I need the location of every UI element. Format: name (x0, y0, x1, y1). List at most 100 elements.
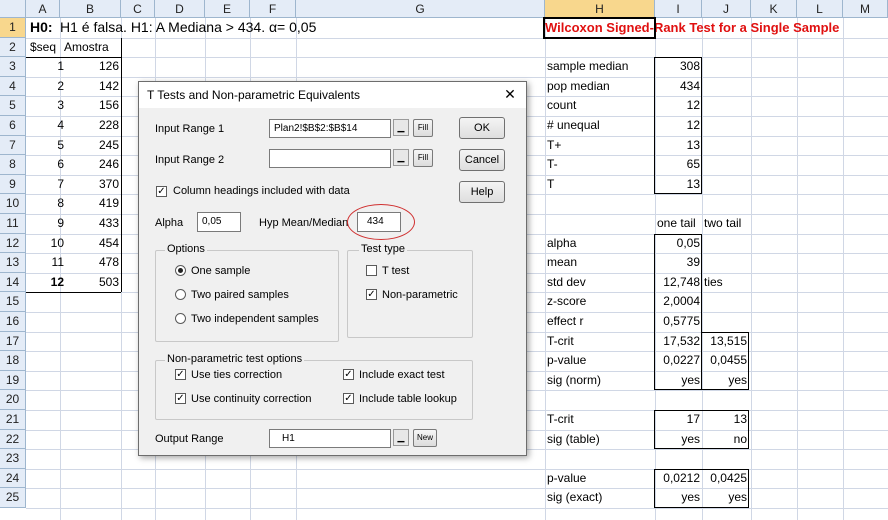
row-header[interactable]: 22 (0, 429, 26, 450)
amostra-cell[interactable]: 142 (60, 77, 119, 96)
amostra-cell[interactable]: 246 (60, 155, 119, 174)
stat-label[interactable]: T+ (547, 136, 647, 155)
row-header[interactable]: 17 (0, 331, 26, 352)
column-header[interactable]: L (797, 0, 843, 18)
output-select-icon[interactable]: ▁ (393, 429, 409, 446)
one-sample-radio[interactable] (175, 265, 186, 276)
row-header[interactable]: 14 (0, 272, 26, 293)
seq-cell[interactable]: 11 (26, 253, 64, 272)
column-header[interactable]: I (655, 0, 702, 18)
stat-label[interactable]: pop median (547, 77, 647, 96)
stat-label[interactable]: T- (547, 155, 647, 174)
table-lookup-checkbox[interactable]: ✓ (343, 393, 354, 404)
seq-cell[interactable]: 5 (26, 136, 64, 155)
non-parametric-checkbox[interactable]: ✓ (366, 289, 377, 300)
two-independent-radio[interactable] (175, 313, 186, 324)
row-header[interactable]: 23 (0, 449, 26, 469)
stat-label[interactable]: sample median (547, 57, 647, 76)
stat-label[interactable]: count (547, 96, 647, 115)
row-header[interactable]: 6 (0, 116, 26, 136)
column-header[interactable]: J (702, 0, 751, 18)
two-paired-radio[interactable] (175, 289, 186, 300)
input-range-2-field[interactable] (269, 149, 391, 168)
column-header[interactable]: K (751, 0, 797, 18)
fill-button-2[interactable]: Fill (413, 149, 433, 167)
row-header[interactable]: 13 (0, 253, 26, 273)
new-button[interactable]: New (413, 429, 437, 447)
stat-label[interactable]: effect r (547, 312, 647, 331)
row-header[interactable]: 12 (0, 233, 26, 254)
column-header[interactable]: B (60, 0, 121, 18)
close-icon[interactable]: ✕ (502, 86, 518, 102)
stat-label[interactable]: mean (547, 253, 647, 272)
row-header[interactable]: 11 (0, 214, 26, 234)
stat-label[interactable]: alpha (547, 234, 647, 253)
stat-label[interactable]: T-crit (547, 410, 647, 429)
row-header[interactable]: 8 (0, 155, 26, 175)
column-header[interactable]: A (26, 0, 60, 18)
column-header[interactable]: C (121, 0, 155, 18)
seq-cell[interactable]: 1 (26, 57, 64, 76)
amostra-cell[interactable]: 454 (60, 234, 119, 253)
column-headings-checkbox[interactable]: ✓ (156, 186, 167, 197)
row-header[interactable]: 5 (0, 96, 26, 116)
stat-label[interactable]: T (547, 175, 647, 194)
hypothesis-label[interactable]: H0: (30, 18, 60, 37)
input-range-1-field[interactable]: Plan2!$B$2:$B$14 (269, 119, 391, 138)
stat-label[interactable]: sig (norm) (547, 371, 647, 390)
amostra-cell[interactable]: 478 (60, 253, 119, 272)
stat-label[interactable]: sig (exact) (547, 488, 647, 507)
amostra-cell[interactable]: 370 (60, 175, 119, 194)
stat-label[interactable]: p-value (547, 351, 647, 370)
row-header[interactable]: 20 (0, 390, 26, 410)
row-header[interactable]: 2 (0, 37, 26, 58)
amostra-cell[interactable]: 228 (60, 116, 119, 135)
header-amostra[interactable]: Amostra (64, 38, 124, 57)
stat-label[interactable]: # unequal (547, 116, 647, 135)
seq-cell[interactable]: 12 (26, 273, 64, 292)
seq-cell[interactable]: 3 (26, 96, 64, 115)
alpha-field[interactable]: 0,05 (197, 212, 241, 232)
range-select-2-icon[interactable]: ▁ (393, 149, 409, 166)
column-header[interactable]: H (545, 0, 655, 18)
seq-cell[interactable]: 6 (26, 155, 64, 174)
stat-label[interactable]: std dev (547, 273, 647, 292)
row-header[interactable]: 1 (0, 18, 26, 38)
row-header[interactable]: 7 (0, 135, 26, 156)
seq-cell[interactable]: 7 (26, 175, 64, 194)
row-header[interactable]: 15 (0, 292, 26, 312)
amostra-cell[interactable]: 156 (60, 96, 119, 115)
row-header[interactable]: 4 (0, 76, 26, 97)
column-header[interactable]: G (296, 0, 545, 18)
row-header[interactable]: 21 (0, 410, 26, 430)
seq-cell[interactable]: 2 (26, 77, 64, 96)
stat-label[interactable]: T-crit (547, 332, 647, 351)
one-tail-header[interactable]: one tail (657, 214, 707, 233)
ties-correction-checkbox[interactable]: ✓ (175, 369, 186, 380)
seq-cell[interactable]: 10 (26, 234, 64, 253)
stat-label[interactable]: p-value (547, 469, 647, 488)
column-header[interactable]: M (843, 0, 888, 18)
row-header[interactable]: 25 (0, 488, 26, 508)
row-header[interactable]: 18 (0, 351, 26, 371)
header-seq[interactable]: $seq (30, 38, 60, 57)
amostra-cell[interactable]: 126 (60, 57, 119, 76)
continuity-correction-checkbox[interactable]: ✓ (175, 393, 186, 404)
row-header[interactable]: 19 (0, 370, 26, 391)
ok-button[interactable]: OK (459, 117, 505, 139)
hypothesis-text[interactable]: H1 é falsa. H1: A Mediana > 434. α= 0,05 (60, 18, 360, 37)
cancel-button[interactable]: Cancel (459, 149, 505, 171)
row-header[interactable]: 16 (0, 312, 26, 332)
row-header[interactable]: 9 (0, 174, 26, 195)
row-header[interactable]: 3 (0, 57, 26, 77)
column-header[interactable]: E (205, 0, 250, 18)
amostra-cell[interactable]: 503 (60, 273, 119, 292)
stat-label[interactable]: z-score (547, 292, 647, 311)
two-tail-header[interactable]: two tail (704, 214, 754, 233)
column-header[interactable]: D (155, 0, 205, 18)
stat-label[interactable]: sig (table) (547, 430, 647, 449)
range-select-1-icon[interactable]: ▁ (393, 119, 409, 136)
t-test-checkbox[interactable] (366, 265, 377, 276)
amostra-cell[interactable]: 419 (60, 194, 119, 213)
column-header[interactable]: F (250, 0, 296, 18)
